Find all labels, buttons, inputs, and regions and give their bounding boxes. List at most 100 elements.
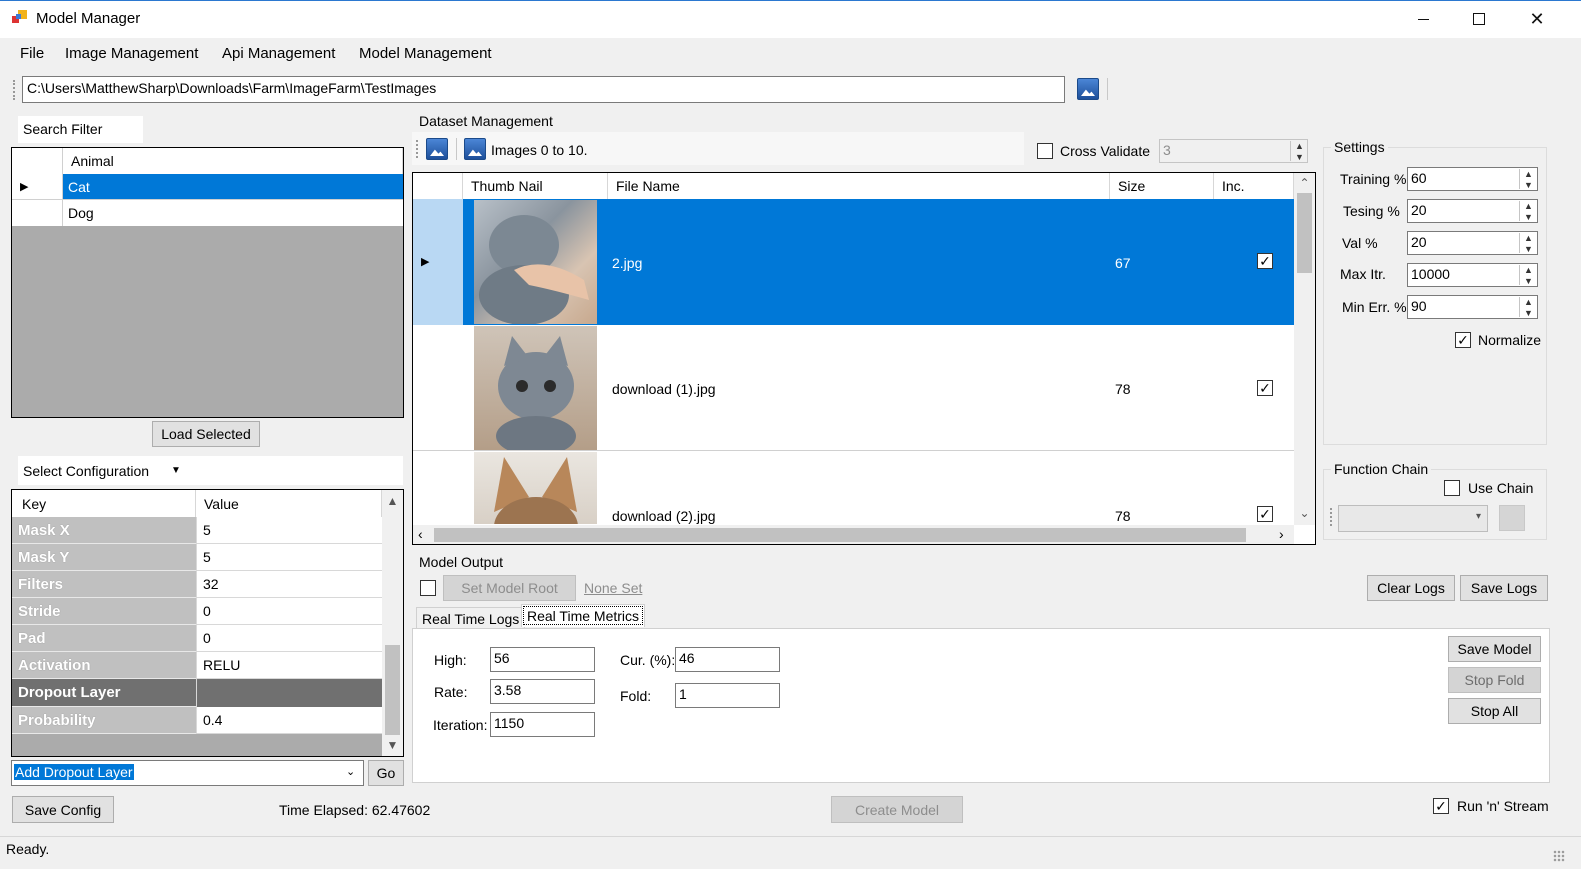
config-value[interactable]: 0 [196,625,382,652]
high-field[interactable]: 56 [490,647,595,672]
grid-corner [12,148,63,174]
save-config-button[interactable]: Save Config [12,796,114,823]
include-checkbox[interactable]: ✓ [1257,506,1273,522]
folds-spinner[interactable]: ▲ ▼ [1290,141,1308,162]
rate-field[interactable]: 3.58 [490,679,595,704]
file-column-header[interactable]: File Name [608,173,1110,199]
window-close-button[interactable]: ✕ [1508,0,1566,38]
inc-column-header[interactable]: Inc. [1214,173,1294,199]
function-chain-select[interactable] [1338,505,1488,532]
testing-spinner[interactable]: ▲ ▼ [1519,201,1537,222]
model-output-title: Model Output [419,554,504,570]
title-bar [0,0,1581,38]
load-selected-button[interactable]: Load Selected [152,421,260,447]
menu-api-management[interactable]: Api Management [222,45,335,62]
iteration-field[interactable]: 1150 [490,712,595,737]
images-icon[interactable] [464,138,486,160]
dataset-vscroll-thumb[interactable] [1297,193,1312,273]
cross-validate-checkbox[interactable] [1037,143,1053,159]
normalize-checkbox[interactable]: ✓ [1455,332,1471,348]
status-text: Ready. [6,841,50,857]
run-stream-checkbox[interactable]: ✓ [1433,798,1449,814]
select-configuration-dropdown[interactable]: Select Configuration [23,463,149,479]
max-iter-spinner[interactable]: ▲ ▼ [1519,265,1537,286]
toolbar-grip[interactable] [416,140,419,158]
normalize-label: Normalize [1478,332,1542,348]
include-checkbox[interactable]: ✓ [1257,380,1273,396]
scroll-down-icon[interactable]: ⌄ [1296,506,1313,520]
thumb-column-header[interactable]: Thumb Nail [463,173,608,199]
row-header [12,200,63,226]
val-spinner[interactable]: ▲ ▼ [1519,233,1537,254]
tab-real-time-logs[interactable]: Real Time Logs [416,607,526,630]
cross-validate-label: Cross Validate [1060,143,1151,159]
chain-image-icon[interactable] [1499,505,1525,531]
config-value[interactable]: 5 [196,517,382,544]
row-header [413,325,463,451]
high-label: High: [434,652,467,668]
min-err-label: Min Err. % [1342,299,1407,315]
dropdown-arrow-icon[interactable]: ▼ [171,465,181,476]
save-model-button[interactable]: Save Model [1448,636,1541,662]
create-model-button[interactable]: Create Model [831,796,963,823]
tab-real-time-metrics[interactable]: Real Time Metrics [521,604,646,627]
stop-all-button[interactable]: Stop All [1448,698,1541,724]
config-value[interactable]: 0 [196,598,382,625]
app-icon [12,10,28,26]
menu-file[interactable]: File [20,45,44,62]
use-chain-checkbox[interactable] [1444,480,1460,496]
scroll-right-icon[interactable]: › [1279,526,1284,542]
key-column-header[interactable]: Key [12,490,196,517]
menu-model-management[interactable]: Model Management [359,45,492,62]
scroll-left-icon[interactable]: ‹ [418,526,423,542]
toolbar-grip[interactable] [1330,508,1333,526]
config-value[interactable]: 32 [196,571,382,598]
save-logs-button[interactable]: Save Logs [1460,575,1548,601]
scroll-up-icon[interactable]: ⌃ [1296,176,1313,190]
run-stream-label: Run 'n' Stream [1457,798,1549,814]
current-field[interactable]: 46 [675,647,780,672]
time-elapsed: Time Elapsed: 62.47602 [279,802,431,818]
scroll-down-icon[interactable]: ▼ [384,738,401,752]
dropdown-arrow-icon[interactable]: ▾ [1476,511,1481,522]
config-key: Pad [12,625,196,652]
dataset-hscroll-thumb[interactable] [434,528,1246,542]
browse-image-icon[interactable] [1077,78,1099,100]
thumbnail-kitten-image [474,326,597,450]
rate-label: Rate: [434,684,468,700]
path-input[interactable]: C:\Users\MatthewSharp\Downloads\Farm\Ima… [22,76,1065,103]
menu-image-management[interactable]: Image Management [65,45,198,62]
model-root-checkbox[interactable] [420,580,436,596]
animal-row-cat[interactable]: Cat [63,174,403,200]
resize-grip-icon[interactable] [1553,850,1565,862]
stop-fold-button[interactable]: Stop Fold [1448,667,1541,693]
animal-row-dog[interactable]: Dog [63,200,403,226]
size-column-header[interactable]: Size [1110,173,1214,199]
min-err-spinner[interactable]: ▲ ▼ [1519,297,1537,318]
toolbar-grip[interactable] [13,80,16,100]
config-value[interactable]: 0.4 [196,707,382,734]
go-button[interactable]: Go [368,760,404,786]
window-maximize-button[interactable] [1450,0,1508,38]
scroll-up-icon[interactable]: ▲ [384,494,401,508]
fold-field[interactable]: 1 [675,683,780,708]
layer-select-value: Add Dropout Layer [14,764,134,780]
chevron-down-icon[interactable]: ⌄ [346,765,355,778]
window-minimize-button[interactable] [1394,0,1452,38]
folds-input[interactable]: 3 [1159,139,1308,163]
animal-column-header[interactable]: Animal [63,148,403,174]
function-chain-title: Function Chain [1331,461,1432,477]
model-root-link[interactable]: None Set [584,580,642,596]
load-images-icon[interactable] [426,138,448,160]
set-model-root-button[interactable]: Set Model Root [443,575,576,601]
config-scroll-thumb[interactable] [385,645,400,735]
config-value[interactable]: 5 [196,544,382,571]
testing-label: Tesing % [1343,203,1400,219]
clear-logs-button[interactable]: Clear Logs [1367,575,1455,601]
value-column-header[interactable]: Value [196,490,382,517]
training-spinner[interactable]: ▲ ▼ [1519,169,1537,190]
config-value[interactable]: RELU [196,652,382,679]
include-checkbox[interactable]: ✓ [1257,253,1273,269]
config-key: Activation [12,652,196,679]
grid-corner [413,173,463,199]
